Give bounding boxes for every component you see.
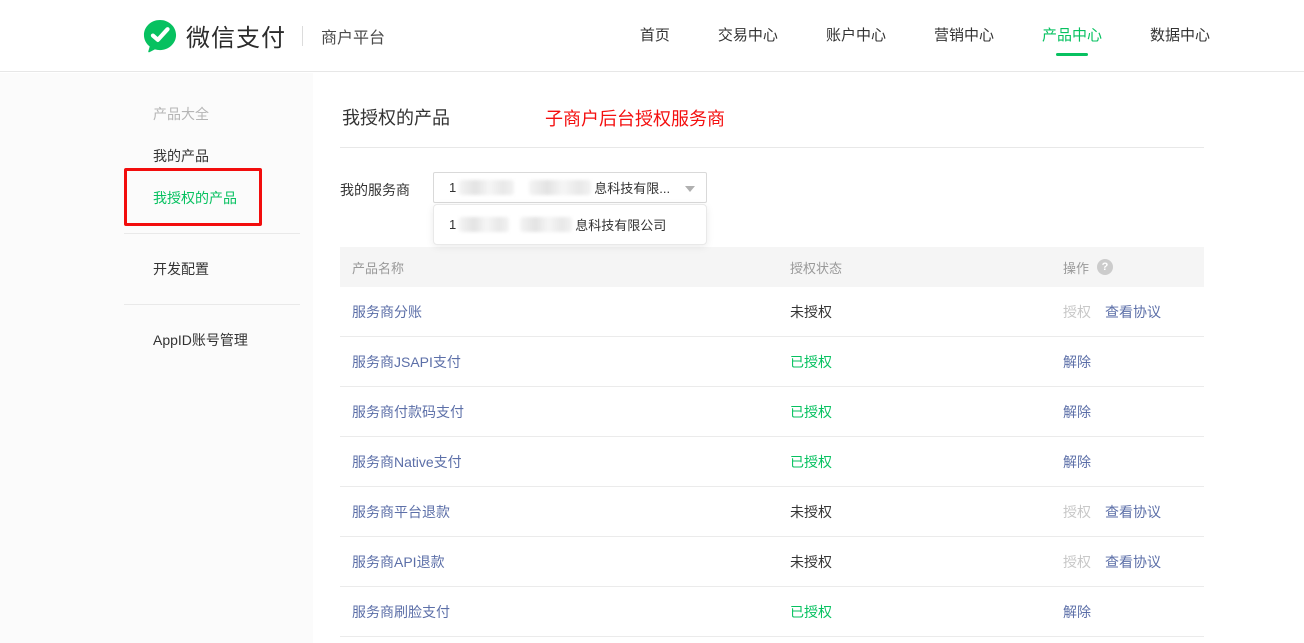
top-nav-item-label: 数据中心	[1150, 0, 1210, 72]
top-nav-item-label: 首页	[640, 0, 670, 72]
table-header-row: 产品名称 授权状态 操作 ?	[340, 247, 1204, 287]
action-link[interactable]: 查看协议	[1105, 552, 1161, 572]
actions-cell: 解除	[1063, 402, 1204, 422]
provider-select[interactable]: 1 息科技有限...	[433, 172, 707, 203]
option-prefix: 1	[449, 217, 456, 232]
brand-name: 微信支付	[186, 18, 286, 53]
main-content: 我授权的产品 子商户后台授权服务商 我的服务商 1 息科技有限... 1 息科技有限…	[340, 72, 1211, 643]
status-text: 已授权	[790, 452, 1063, 472]
top-nav-item[interactable]: 交易中心	[718, 0, 778, 72]
action-link[interactable]: 解除	[1063, 352, 1091, 372]
action-disabled: 授权	[1063, 552, 1091, 572]
brand-subtitle: 商户平台	[321, 24, 385, 48]
sidebar-item-link[interactable]: 开发配置	[0, 248, 313, 290]
action-disabled: 授权	[1063, 502, 1091, 522]
status-text: 已授权	[790, 352, 1063, 372]
top-nav-item-label: 账户中心	[826, 0, 886, 72]
top-nav-item[interactable]: 首页	[640, 0, 670, 72]
wechat-pay-logo[interactable]: 微信支付 商户平台	[143, 18, 385, 53]
provider-dropdown-option[interactable]: 1 息科技有限公司	[434, 205, 706, 244]
provider-selected-suffix: 息科技有限...	[594, 178, 670, 197]
table-row: 服务商Native支付 已授权 解除	[340, 437, 1204, 487]
page-title: 我授权的产品	[342, 104, 450, 130]
actions-cell: 授权查看协议	[1063, 502, 1204, 522]
title-divider	[340, 147, 1204, 148]
red-annotation-text: 子商户后台授权服务商	[545, 105, 725, 131]
title-row: 我授权的产品 子商户后台授权服务商	[340, 104, 1211, 128]
action-link[interactable]: 解除	[1063, 602, 1091, 622]
option-suffix: 息科技有限公司	[575, 215, 666, 234]
actions-cell: 解除	[1063, 452, 1204, 472]
actions-cell: 解除	[1063, 602, 1204, 622]
actions-cell: 解除	[1063, 352, 1204, 372]
top-nav-item[interactable]: 账户中心	[826, 0, 886, 72]
top-nav: 首页交易中心账户中心营销中心产品中心数据中心	[640, 0, 1210, 72]
column-header-actions: 操作	[1063, 258, 1089, 277]
sidebar-item-active[interactable]: 我授权的产品	[0, 177, 313, 219]
help-icon[interactable]: ?	[1097, 259, 1113, 275]
sidebar: 产品大全我的产品我授权的产品开发配置 AppID账号管理	[0, 73, 313, 643]
action-link[interactable]: 解除	[1063, 402, 1091, 422]
action-link[interactable]: 查看协议	[1105, 502, 1161, 522]
status-text: 未授权	[790, 502, 1063, 522]
redacted-text	[520, 217, 572, 232]
top-nav-item-label: 营销中心	[934, 0, 994, 72]
redacted-text	[459, 180, 514, 195]
action-disabled: 授权	[1063, 302, 1091, 322]
sidebar-divider	[124, 304, 300, 305]
product-name-link[interactable]: 服务商付款码支付	[352, 402, 790, 422]
sidebar-item-link[interactable]: 产品大全	[0, 93, 313, 135]
wechat-pay-bubble-icon	[143, 19, 177, 53]
actions-cell: 授权查看协议	[1063, 302, 1204, 322]
product-name-link[interactable]: 服务商平台退款	[352, 502, 790, 522]
product-name-link[interactable]: 服务商分账	[352, 302, 790, 322]
top-nav-item[interactable]: 营销中心	[934, 0, 994, 72]
product-name-link[interactable]: 服务商JSAPI支付	[352, 352, 790, 372]
top-nav-item-label: 产品中心	[1042, 0, 1102, 72]
table-row: 服务商API退款 未授权 授权查看协议	[340, 537, 1204, 587]
status-text: 已授权	[790, 402, 1063, 422]
action-link[interactable]: 查看协议	[1105, 302, 1161, 322]
status-text: 已授权	[790, 602, 1063, 622]
product-name-link[interactable]: 服务商API退款	[352, 552, 790, 572]
column-header-product-name: 产品名称	[352, 258, 790, 277]
table-row: 服务商平台退款 未授权 授权查看协议	[340, 487, 1204, 537]
redacted-text	[459, 217, 509, 232]
table-row: 服务商JSAPI支付 已授权 解除	[340, 337, 1204, 387]
sidebar-divider	[124, 233, 300, 234]
status-text: 未授权	[790, 302, 1063, 322]
provider-selected-prefix: 1	[449, 180, 456, 195]
top-bar: 微信支付 商户平台 首页交易中心账户中心营销中心产品中心数据中心	[0, 0, 1304, 72]
product-name-link[interactable]: 服务商Native支付	[352, 452, 790, 472]
brand-divider	[302, 26, 303, 46]
action-link[interactable]: 解除	[1063, 452, 1091, 472]
sidebar-nav: 产品大全我的产品我授权的产品开发配置 AppID账号管理	[0, 93, 313, 361]
actions-cell: 授权查看协议	[1063, 552, 1204, 572]
table-row: 服务商刷脸支付 已授权 解除	[340, 587, 1204, 637]
product-name-link[interactable]: 服务商刷脸支付	[352, 602, 790, 622]
sidebar-item-link[interactable]: AppID账号管理	[0, 319, 313, 361]
provider-dropdown-panel: 1 息科技有限公司	[433, 204, 707, 245]
column-header-auth-status: 授权状态	[790, 258, 1063, 277]
sidebar-item-link[interactable]: 我的产品	[0, 135, 313, 177]
table-row: 服务商付款码支付 已授权 解除	[340, 387, 1204, 437]
merchant-platform-page: 微信支付 商户平台 首页交易中心账户中心营销中心产品中心数据中心 产品大全我的产…	[0, 0, 1304, 643]
redacted-text	[529, 180, 591, 195]
top-nav-item[interactable]: 数据中心	[1150, 0, 1210, 72]
products-table: 产品名称 授权状态 操作 ? 服务商分账 未授权 授权查看协议 服务商JSAPI…	[340, 247, 1204, 637]
status-text: 未授权	[790, 552, 1063, 572]
table-body: 服务商分账 未授权 授权查看协议 服务商JSAPI支付 已授权 解除 服务商付款…	[340, 287, 1204, 637]
provider-label: 我的服务商	[340, 180, 410, 200]
top-nav-item-label: 交易中心	[718, 0, 778, 72]
top-nav-item[interactable]: 产品中心	[1042, 0, 1102, 72]
chevron-down-icon	[685, 186, 695, 192]
table-row: 服务商分账 未授权 授权查看协议	[340, 287, 1204, 337]
